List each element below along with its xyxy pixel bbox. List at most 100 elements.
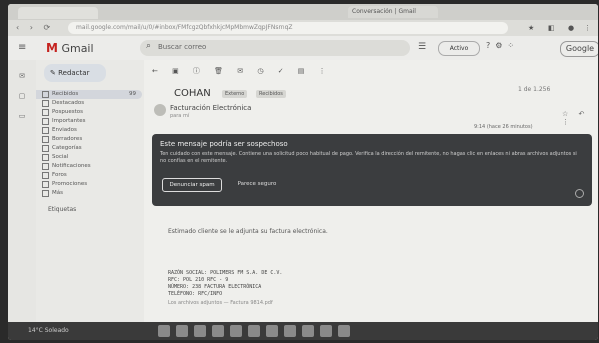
file-explorer-icon[interactable]	[212, 325, 224, 337]
sidebar-item[interactable]: Más	[36, 189, 142, 198]
folder-icon	[42, 181, 49, 188]
detail-line: NÚMERO: 238 FACTURA ELECTRÓNICA	[168, 284, 262, 290]
sidebar-item[interactable]: Social	[36, 153, 142, 162]
email-date: 9:14 (hace 26 minutos)	[474, 124, 533, 130]
sidebar-item-label: Enviados	[52, 127, 77, 133]
search-options-icon[interactable]: ☰	[418, 42, 426, 52]
sidebar-item-label: Más	[52, 190, 63, 196]
folder-icon	[42, 172, 49, 179]
sidebar-item-label: Destacados	[52, 100, 85, 106]
recipient-line[interactable]: para mí	[170, 113, 189, 119]
taskview-icon[interactable]	[194, 325, 206, 337]
sidebar-item[interactable]: Promociones	[36, 180, 142, 189]
pager: 1 de 1.256	[518, 86, 551, 93]
sidebar-item-label: Pospuestos	[52, 109, 83, 115]
search-bar[interactable]: ⌕ Buscar correo	[140, 40, 410, 56]
external-chip: Externo	[222, 90, 248, 98]
sidebar-item-label: Foros	[52, 172, 67, 178]
labels-heading: Etiquetas	[48, 206, 77, 213]
mail-taskbar-icon[interactable]	[248, 325, 260, 337]
sidebar-item-label: Recibidos	[52, 91, 79, 97]
sidebar-item-label: Categorías	[52, 145, 82, 151]
folder-icon	[42, 118, 49, 125]
search-taskbar-icon[interactable]	[176, 325, 188, 337]
browser-tab[interactable]	[18, 7, 98, 19]
report-spam-button[interactable]: Denunciar spam	[162, 178, 222, 192]
browser-nav-buttons[interactable]: ‹ › ⟳	[16, 23, 54, 32]
sidebar-item-label: Promociones	[52, 181, 88, 187]
search-input[interactable]: Buscar correo	[158, 43, 206, 51]
app-taskbar-icon[interactable]	[338, 325, 350, 337]
weather-widget[interactable]: 14°C Soleado	[28, 327, 69, 334]
app-taskbar-icon[interactable]	[320, 325, 332, 337]
folder-icon	[42, 154, 49, 161]
sidebar-item[interactable]: Categorías	[36, 144, 142, 153]
sidebar-item[interactable]: Notificaciones	[36, 162, 142, 171]
detail-line: RFC: POL 210 RFC - 9	[168, 277, 229, 283]
sidebar-item-count: 99	[129, 91, 136, 97]
chat-rail-icon[interactable]: ▢	[8, 92, 36, 100]
mail-rail-icon[interactable]: ✉	[8, 72, 36, 80]
sidebar-item[interactable]: Foros	[36, 171, 142, 180]
extensions-icon[interactable]: ◧	[548, 24, 555, 32]
browser-toolbar: ‹ › ⟳ mail.google.com/mail/u/0/#inbox/FM…	[8, 20, 598, 36]
sender-name[interactable]: Facturación Electrónica	[170, 104, 251, 112]
main-menu-icon[interactable]: ≡	[18, 42, 26, 53]
app-taskbar-icon[interactable]	[284, 325, 296, 337]
screen: Conversación | Gmail ‹ › ⟳ mail.google.c…	[8, 4, 598, 340]
avatar	[154, 104, 166, 116]
browser-tab-bar: Conversación | Gmail	[8, 4, 598, 20]
folder-icon	[42, 109, 49, 116]
message-toolbar[interactable]: ← ▣ ⓘ 🗑 ✉ ◷ ✓ ▤ ⋮	[152, 66, 332, 76]
sidebar-item[interactable]: Enviados	[36, 126, 142, 135]
looks-safe-button[interactable]: Parece seguro	[232, 178, 282, 190]
search-icon[interactable]: ⌕	[146, 41, 151, 51]
header-icons[interactable]: ?⚙⁘	[486, 41, 519, 50]
app-taskbar-icon[interactable]	[302, 325, 314, 337]
info-icon[interactable]	[575, 189, 584, 198]
meet-rail-icon[interactable]: ▭	[8, 112, 36, 120]
sidebar-item[interactable]: Pospuestos	[36, 108, 142, 117]
sidebar-item-label: Importantes	[52, 118, 86, 124]
message-view: ← ▣ ⓘ 🗑 ✉ ◷ ✓ ▤ ⋮ 1 de 1.256 COHAN Exter…	[144, 60, 598, 330]
attachments-line[interactable]: Los archivos adjuntos — Factura 9814.pdf	[168, 300, 273, 306]
folder-icon	[42, 100, 49, 107]
folder-icon	[42, 163, 49, 170]
extension-icon[interactable]: ★	[528, 24, 534, 32]
status-indicator[interactable]: Activo	[438, 41, 480, 56]
left-rail: ✉ ▢ ▭	[8, 60, 36, 330]
email-body-intro: Estimado cliente se le adjunta su factur…	[168, 228, 328, 235]
gmail-logo-icon: M	[46, 41, 58, 55]
folder-icon	[42, 91, 49, 98]
folder-icon	[42, 136, 49, 143]
browser-taskbar-icon[interactable]	[230, 325, 242, 337]
gmail-header: ≡ M Gmail ⌕ Buscar correo ☰ Activo ?⚙⁘ G…	[8, 36, 598, 60]
sidebar-item[interactable]: Destacados	[36, 99, 142, 108]
sidebar-item[interactable]: Borradores	[36, 135, 142, 144]
compose-label: Redactar	[58, 69, 90, 77]
sidebar-item-label: Notificaciones	[52, 163, 91, 169]
start-icon[interactable]	[158, 325, 170, 337]
warning-text: Ten cuidado con este mensaje. Contiene u…	[160, 151, 577, 164]
profile-icon[interactable]: ●	[568, 24, 574, 32]
email-subject: COHAN	[174, 88, 211, 99]
gmail-logo-text: Gmail	[61, 42, 94, 55]
google-account-button[interactable]: Google	[560, 41, 598, 57]
address-bar[interactable]: mail.google.com/mail/u/0/#inbox/FMfcgzQb…	[68, 22, 508, 34]
browser-menu-icon[interactable]: ⋮	[584, 24, 591, 32]
email-body-details: RAZÓN SOCIAL: POLIMERS FM S.A. DE C.V. R…	[168, 270, 282, 298]
store-taskbar-icon[interactable]	[266, 325, 278, 337]
detail-line: TELÉFONO: RFC/INFO	[168, 291, 223, 297]
sidebar-item[interactable]: Importantes	[36, 117, 142, 126]
reply-icons[interactable]: ☆ ↶ ⋮	[562, 110, 598, 126]
gmail-logo[interactable]: M Gmail	[46, 41, 94, 55]
folder-icon	[42, 145, 49, 152]
compose-button[interactable]: ✎ Redactar	[44, 64, 106, 82]
folder-icon	[42, 127, 49, 134]
inbox-chip[interactable]: Recibidos	[256, 90, 286, 98]
detail-line: RAZÓN SOCIAL: POLIMERS FM S.A. DE C.V.	[168, 270, 283, 276]
warning-title: Este mensaje podría ser sospechoso	[160, 140, 288, 148]
sidebar-item-label: Social	[52, 154, 69, 160]
sidebar-item[interactable]: Recibidos 99	[36, 90, 142, 99]
browser-tab-active[interactable]: Conversación | Gmail	[348, 6, 438, 18]
